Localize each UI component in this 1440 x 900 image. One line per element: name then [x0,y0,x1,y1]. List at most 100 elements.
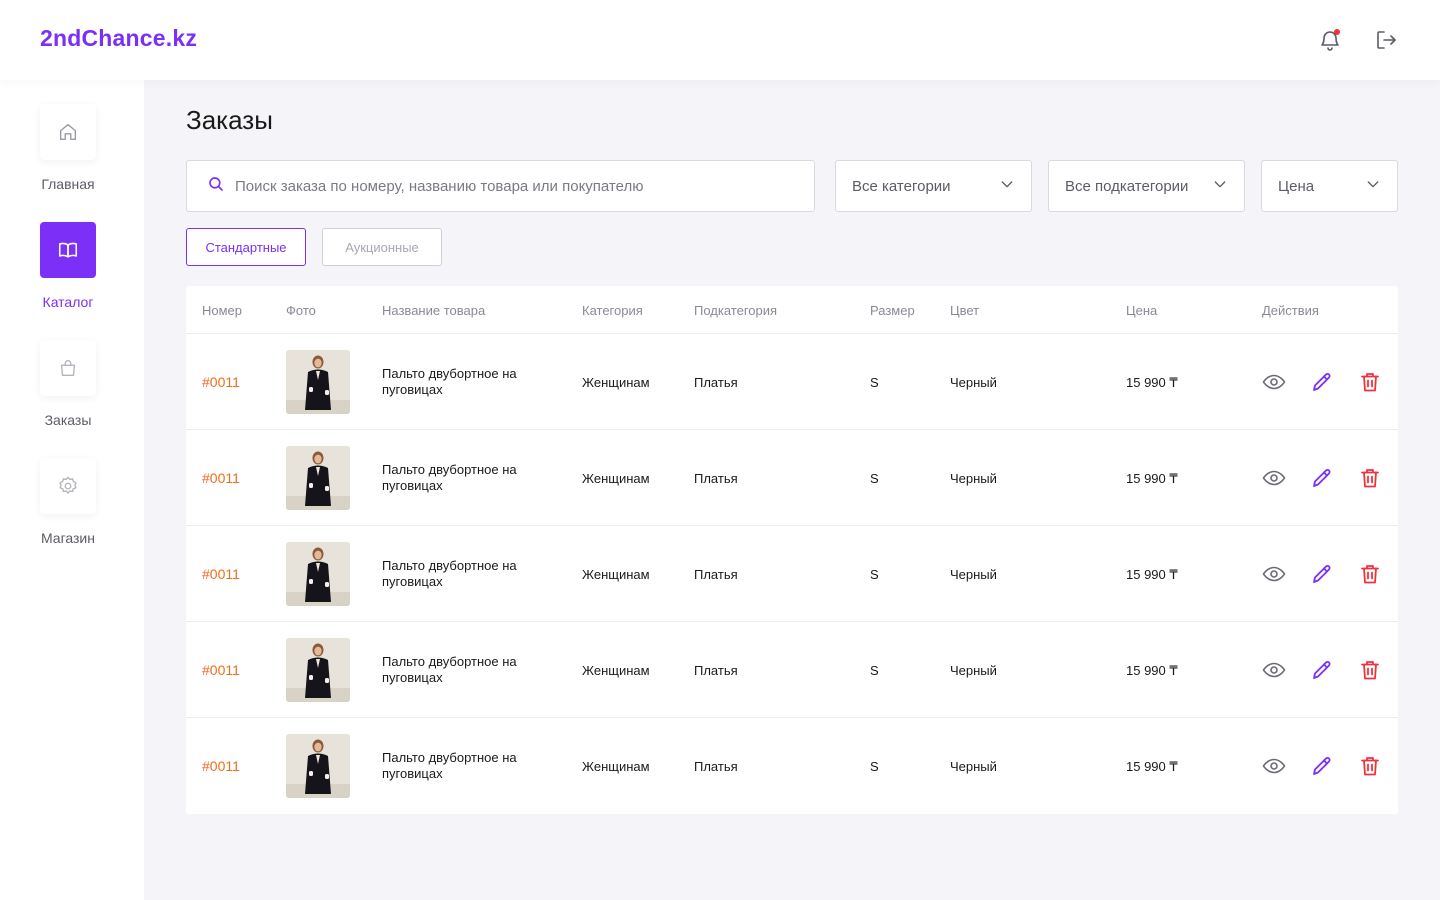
product-color: Черный [950,567,997,582]
sidebar-item-orders[interactable]: Заказы [0,340,136,428]
search-icon [207,175,225,198]
sidebar-item-label: Каталог [42,294,94,310]
subcategory-select[interactable]: Все подкатегории [1048,160,1245,212]
header-color: Цвет [950,303,980,318]
eye-icon[interactable] [1262,370,1286,394]
product-size: S [870,375,879,390]
subcategory-select-value: Все подкатегории [1065,177,1189,195]
sidebar-item-shop[interactable]: Магазин [0,458,136,546]
product-name: Пальто двубортное на пуговицах [382,750,552,782]
logout-icon[interactable] [1374,28,1398,52]
notification-dot [1334,29,1340,35]
tab-auction[interactable]: Аукционные [322,228,442,266]
bell-icon[interactable] [1318,28,1342,52]
product-name: Пальто двубортное на пуговицах [382,462,552,494]
category-select-value: Все категории [852,177,951,195]
product-name-line: пуговицах [382,574,443,589]
price-select-value: Цена [1278,177,1315,195]
header-actions: Действия [1262,303,1319,318]
edit-icon[interactable] [1310,658,1334,682]
product-subcategory: Платья [694,471,738,486]
product-size: S [870,663,879,678]
product-color: Черный [950,375,997,390]
product-category: Женщинам [582,375,650,390]
orders-table: Номер Фото Название товара Категория Под… [186,286,1398,814]
product-name: Пальто двубортное на пуговицах [382,366,552,398]
product-subcategory: Платья [694,663,738,678]
trash-icon[interactable] [1358,370,1382,394]
eye-icon[interactable] [1262,562,1286,586]
sidebar-item-catalog[interactable]: Каталог [0,222,136,310]
sidebar-item-label: Магазин [40,530,95,546]
tab-standard[interactable]: Стандартные [186,228,306,266]
table-row[interactable]: #0011 Пальто двубортное на пуговицах Жен… [186,334,1398,430]
eye-icon[interactable] [1262,658,1286,682]
product-photo[interactable] [286,734,350,798]
order-number[interactable]: #0011 [202,374,240,390]
trash-icon[interactable] [1358,754,1382,778]
page-title: Заказы [186,105,273,135]
product-name-line: пуговицах [382,766,443,781]
product-subcategory: Платья [694,567,738,582]
table-row[interactable]: #0011 Пальто двубортное на пуговицах Жен… [186,430,1398,526]
gear-icon [40,458,96,514]
price-select[interactable]: Цена [1261,160,1398,212]
product-subcategory: Платья [694,375,738,390]
table-row[interactable]: #0011 Пальто двубортное на пуговицах Жен… [186,718,1398,814]
chevron-down-icon [1365,176,1381,196]
product-name: Пальто двубортное на пуговицах [382,654,552,686]
top-bar: 2ndChance.kz [0,0,1440,80]
product-color: Черный [950,663,997,678]
chevron-down-icon [1212,176,1228,196]
chevron-down-icon [999,176,1015,196]
edit-icon[interactable] [1310,466,1334,490]
eye-icon[interactable] [1262,754,1286,778]
search-input[interactable] [235,177,795,195]
order-number[interactable]: #0011 [202,470,240,486]
book-icon [40,222,96,278]
product-category: Женщинам [582,663,650,678]
logo[interactable]: 2ndChance.kz [40,25,197,52]
header-subcategory: Подкатегория [694,303,778,318]
order-number[interactable]: #0011 [202,662,240,678]
product-name-line: Пальто двубортное на [382,654,517,669]
edit-icon[interactable] [1310,370,1334,394]
sidebar-item-label: Главная [41,176,95,192]
category-select[interactable]: Все категории [835,160,1032,212]
table-row[interactable]: #0011 Пальто двубортное на пуговицах Жен… [186,622,1398,718]
product-name-line: пуговицах [382,382,443,397]
product-name-line: Пальто двубортное на [382,462,517,477]
sidebar-item-label: Заказы [44,412,92,428]
product-size: S [870,471,879,486]
product-price: 15 990 ₸ [1126,471,1178,486]
search-box[interactable] [186,160,815,212]
product-category: Женщинам [582,471,650,486]
product-photo[interactable] [286,446,350,510]
product-photo[interactable] [286,350,350,414]
trash-icon[interactable] [1358,658,1382,682]
order-number[interactable]: #0011 [202,566,240,582]
product-category: Женщинам [582,567,650,582]
product-name-line: пуговицах [382,670,443,685]
product-price: 15 990 ₸ [1126,375,1178,390]
trash-icon[interactable] [1358,562,1382,586]
sidebar-item-home[interactable]: Главная [0,104,136,192]
trash-icon[interactable] [1358,466,1382,490]
product-subcategory: Платья [694,759,738,774]
edit-icon[interactable] [1310,754,1334,778]
header-size: Размер [870,303,915,318]
edit-icon[interactable] [1310,562,1334,586]
order-number[interactable]: #0011 [202,758,240,774]
home-icon [40,104,96,160]
header-price: Цена [1126,303,1158,318]
product-color: Черный [950,759,997,774]
eye-icon[interactable] [1262,466,1286,490]
product-size: S [870,759,879,774]
product-category: Женщинам [582,759,650,774]
product-size: S [870,567,879,582]
table-row[interactable]: #0011 Пальто двубортное на пуговицах Жен… [186,526,1398,622]
product-photo[interactable] [286,638,350,702]
product-name-line: пуговицах [382,478,443,493]
product-price: 15 990 ₸ [1126,759,1178,774]
product-photo[interactable] [286,542,350,606]
